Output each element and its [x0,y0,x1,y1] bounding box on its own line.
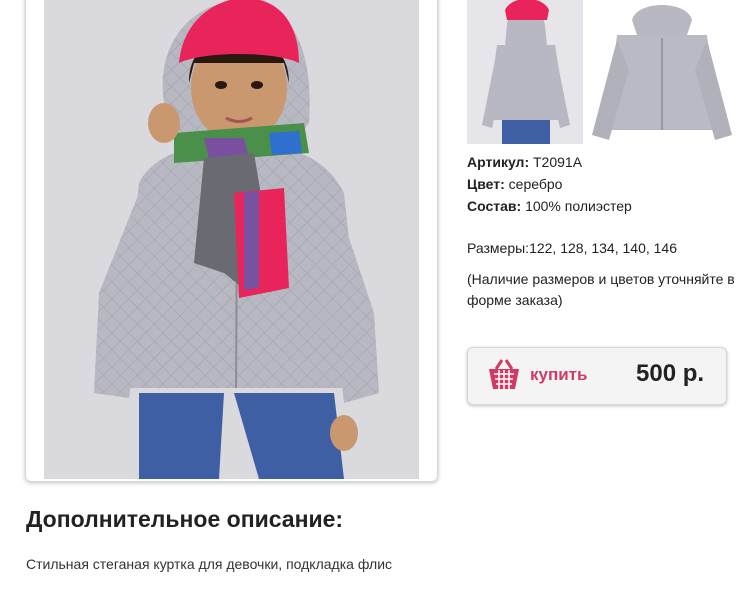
price: 500 р. [636,360,705,387]
additional-description-title: Дополнительное описание: [26,506,344,532]
girl-in-jacket-illustration [44,0,419,479]
article-value: T2091A [533,154,583,170]
additional-description-text: Стильная стеганая куртка для девочки, по… [26,556,393,572]
sizes-value: 122, 128, 134, 140, 146 [529,240,677,256]
sizes-row: Размеры:122, 128, 134, 140, 146 [467,237,738,259]
thumbnail-back-view[interactable] [467,0,583,144]
composition-value: 100% полиэстер [525,198,632,214]
composition-row: Состав: 100% полиэстер [467,195,738,217]
article-row: Артикул: T2091A [467,151,738,173]
composition-label: Состав: [467,198,522,214]
jacket-only-illustration [587,0,738,144]
thumbnail-jacket-only[interactable] [587,0,738,144]
main-photo-frame [25,0,438,482]
buy-label: купить [530,365,588,384]
sizes-label: Размеры: [467,240,530,256]
product-details: Артикул: T2091A Цвет: серебро Состав: 10… [467,151,738,311]
back-view-illustration [467,0,583,144]
article-label: Артикул: [467,154,530,170]
color-row: Цвет: серебро [467,173,738,195]
color-value: серебро [508,176,563,192]
buy-button[interactable]: купить 500 р. [467,347,727,405]
basket-icon [489,359,519,389]
main-product-photo[interactable] [44,0,419,479]
availability-note: (Наличие размеров и цветов уточняйте в ф… [467,271,735,308]
color-label: Цвет: [467,176,505,192]
